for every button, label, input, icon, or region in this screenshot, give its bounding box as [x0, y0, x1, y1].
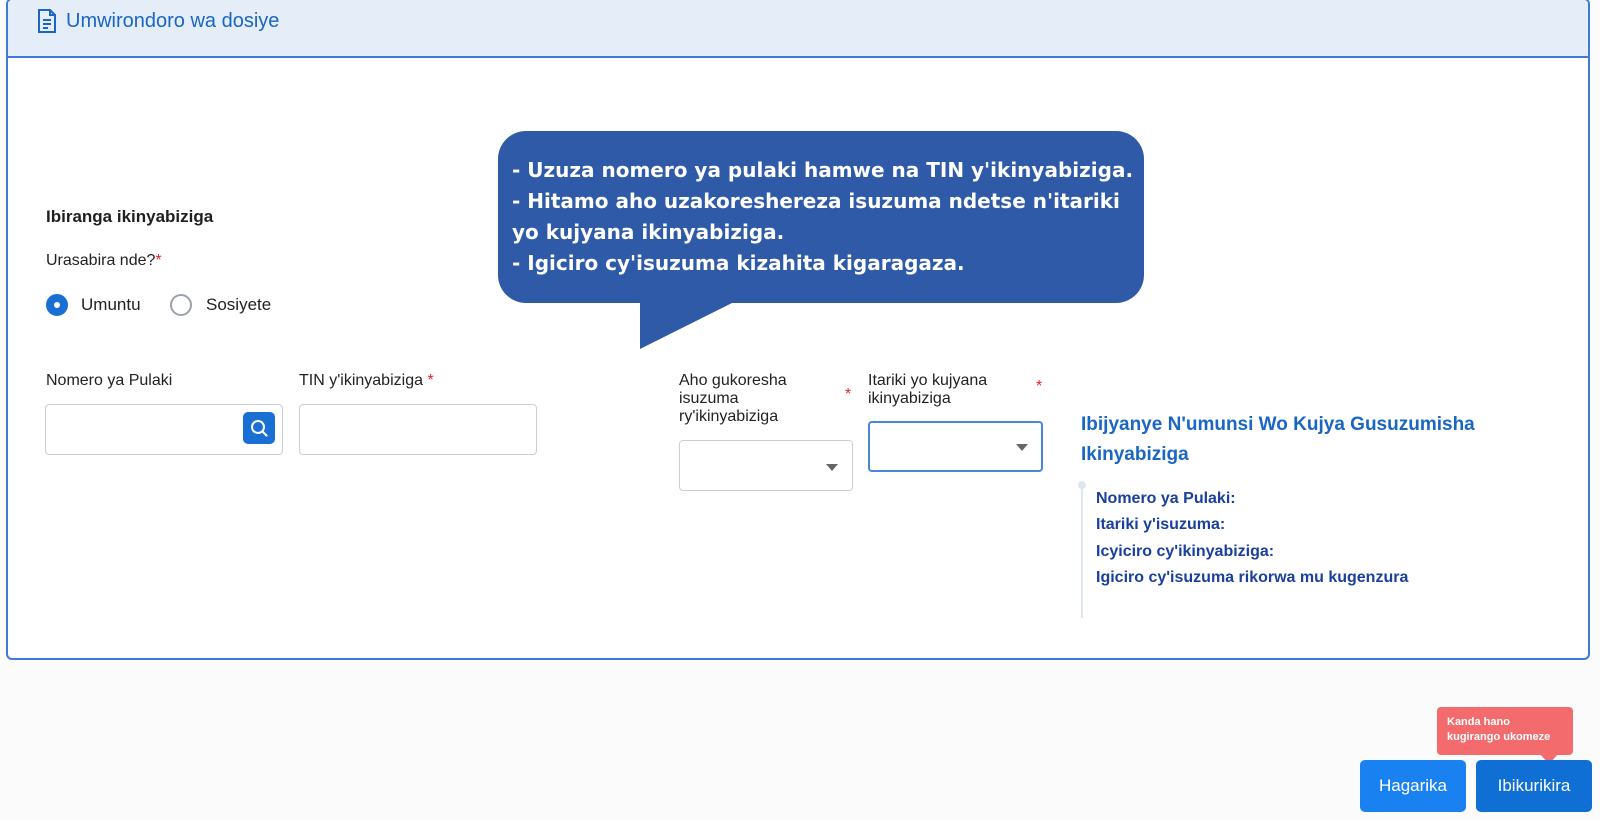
radio-sosiyete[interactable]: [170, 294, 192, 316]
applicant-type-label: Urasabira nde?*: [46, 252, 162, 269]
date-label: Itariki yo kujyana ikinyabiziga: [868, 372, 988, 407]
search-icon: [251, 420, 268, 437]
info-plate: Nomero ya Pulaki:: [1096, 490, 1236, 507]
next-button[interactable]: Ibikurikira: [1476, 760, 1592, 812]
info-panel-title: Ibijyanye N'umunsi Wo Kujya Gusuzumisha …: [1081, 414, 1475, 465]
tin-label: TIN y'ikinyabiziga *: [299, 372, 434, 389]
plate-input[interactable]: [45, 404, 283, 455]
info-panel-divider: [1081, 484, 1083, 618]
location-select[interactable]: [679, 440, 853, 491]
card-header: Umwirondoro wa dosiye: [8, 0, 1588, 58]
radio-umuntu[interactable]: [46, 294, 68, 316]
date-required-mark: *: [1036, 378, 1043, 395]
info-category: Icyiciro cy'ikinyabiziga:: [1096, 543, 1275, 560]
timeline-dot: [1078, 481, 1086, 489]
section-title: Ibiranga ikinyabiziga: [46, 207, 214, 226]
tooltip-line: yo kujyana ikinyabiziga.: [512, 220, 785, 244]
info-date: Itariki y'isuzuma:: [1096, 516, 1226, 533]
guide-tooltip: - Uzuza nomero ya pulaki hamwe na TIN y'…: [498, 131, 1144, 303]
tooltip-line: - Igiciro cy'isuzuma kizahita kigaragaza…: [512, 251, 965, 275]
radio-label-umuntu: Umuntu: [81, 295, 141, 314]
next-hint-tooltip: Kanda hano kugirango ukomeze: [1437, 707, 1573, 755]
search-button[interactable]: [243, 412, 275, 444]
cancel-button[interactable]: Hagarika: [1360, 760, 1466, 812]
tooltip-line: - Uzuza nomero ya pulaki hamwe na TIN y'…: [512, 158, 1134, 182]
chevron-down-icon: [826, 464, 838, 471]
document-icon: [38, 9, 56, 33]
info-price: Igiciro cy'isuzuma rikorwa mu kugenzura: [1096, 569, 1409, 586]
date-select[interactable]: [868, 421, 1043, 472]
dossier-card: Umwirondoro wa dosiye: [6, 0, 1590, 660]
page-title: Umwirondoro wa dosiye: [66, 10, 280, 32]
tin-input[interactable]: [299, 404, 537, 455]
plate-label: Nomero ya Pulaki: [46, 372, 173, 389]
chevron-down-icon: [1016, 444, 1028, 451]
location-required-mark: *: [845, 386, 852, 403]
tooltip-tail: [640, 299, 740, 349]
radio-label-sosiyete: Sosiyete: [206, 295, 272, 314]
tooltip-line: - Hitamo aho uzakoreshereza isuzuma ndet…: [512, 189, 1120, 213]
location-label: Aho gukoresha isuzuma ry'ikinyabiziga: [679, 372, 787, 425]
